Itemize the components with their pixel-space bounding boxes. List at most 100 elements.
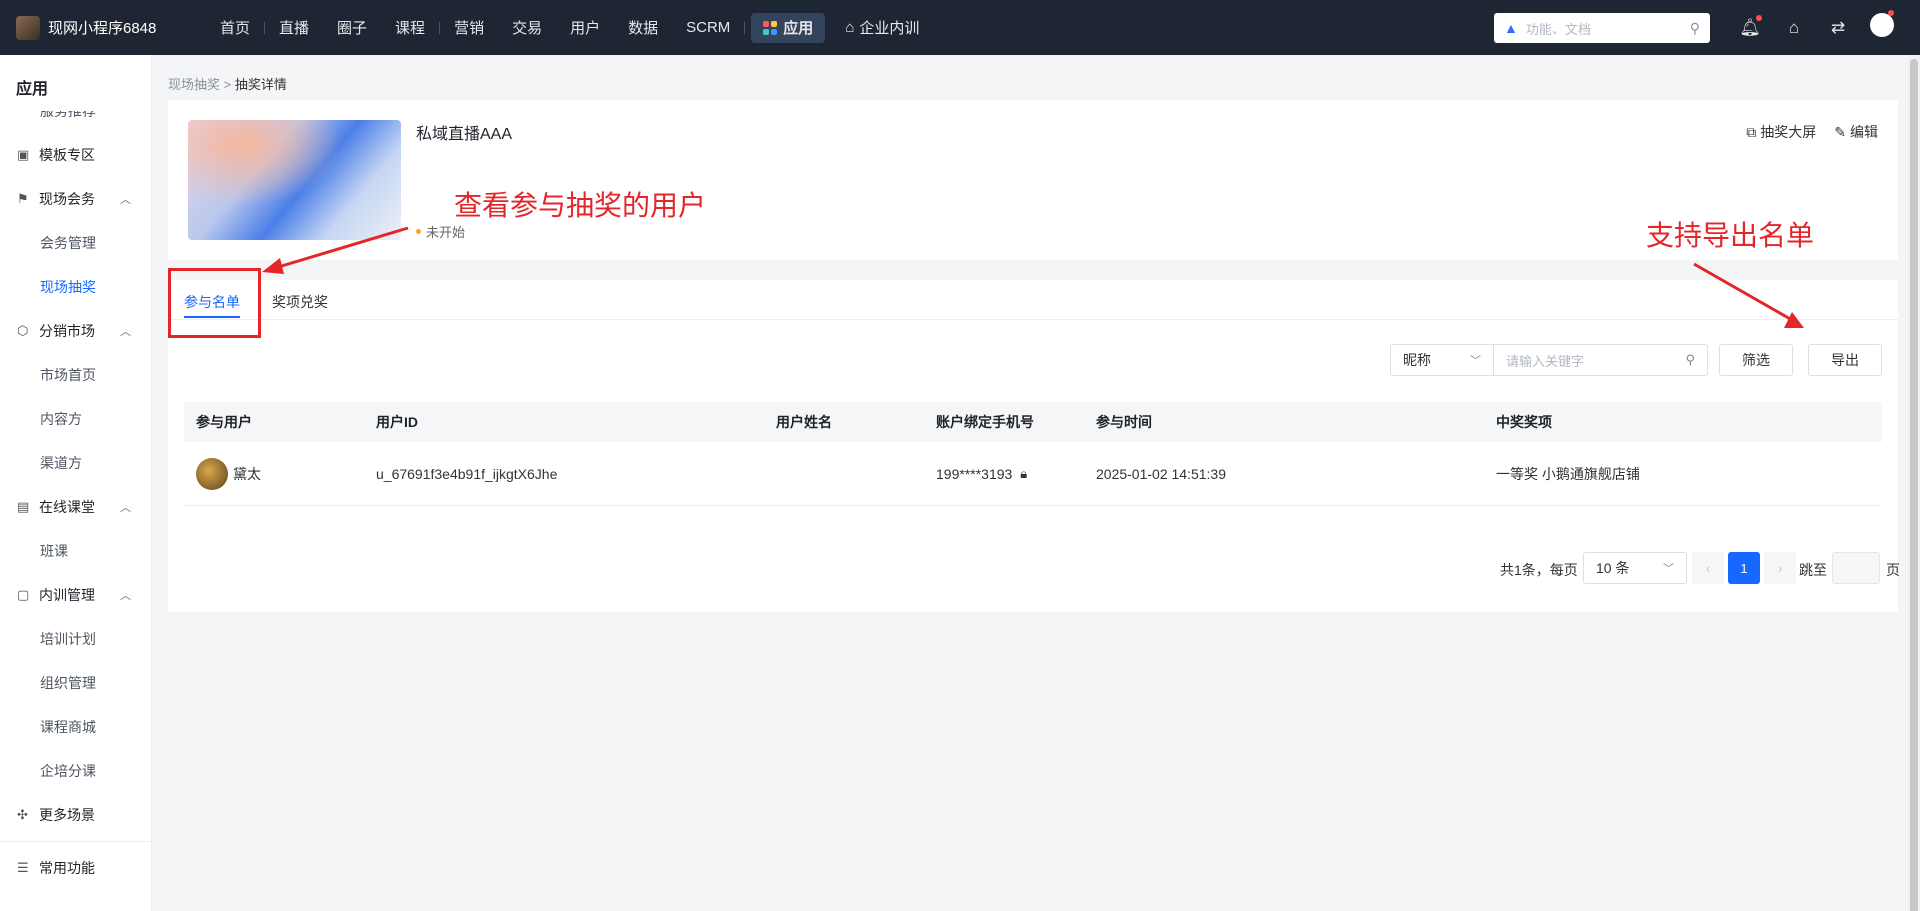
page-size-value: 10 条 [1596, 560, 1630, 576]
search-brand-icon: ▲ [1504, 20, 1518, 36]
cell-nickname: 黛太 [233, 465, 261, 482]
page-unit-label: 页 [1886, 562, 1900, 578]
lottery-screen-button[interactable]: ⧉ 抽奖大屏 [1746, 122, 1816, 142]
apps-icon [763, 20, 778, 35]
search-icon[interactable]: ⚲ [1690, 20, 1700, 37]
nav-data[interactable]: 数据 [614, 0, 672, 55]
sidebar-group-onsite[interactable]: ⚑ 现场会务 ︿ [0, 177, 151, 221]
nav-user[interactable]: 用户 [556, 0, 614, 55]
search-icon[interactable]: ⚲ [1685, 352, 1695, 368]
nav-trade[interactable]: 交易 [498, 0, 556, 55]
col-user-id: 用户ID [376, 414, 418, 430]
sidebar-group-label: 内训管理 [39, 587, 95, 603]
chevron-up-icon: ︿ [120, 590, 131, 602]
export-button[interactable]: 导出 [1808, 344, 1882, 376]
brand-name: 现网小程序6848 [48, 20, 157, 37]
col-time: 参与时间 [1096, 414, 1152, 430]
sidebar-item-common[interactable]: ☰ 常用功能 [0, 846, 151, 890]
nav-course[interactable]: 课程 [381, 0, 439, 55]
nav-scrm[interactable]: SCRM [672, 0, 744, 55]
chevron-up-icon: ︿ [120, 502, 131, 514]
search-input[interactable]: 功能、文档 [1526, 19, 1690, 38]
nav-apps[interactable]: 应用 [751, 12, 826, 43]
edit-button[interactable]: ✎ 编辑 [1834, 122, 1878, 142]
filter-field-select[interactable]: 昵称 ﹀ [1390, 344, 1494, 376]
nav-separator [744, 21, 746, 34]
shop-icon[interactable]: ⌂ [1772, 18, 1816, 38]
more-scenes-icon: ✣ [17, 807, 28, 822]
nav-home[interactable]: 首页 [206, 0, 264, 55]
participants-table: 参与用户 用户ID 用户姓名 账户绑定手机号 参与时间 中奖奖项 黛太 u_67… [184, 402, 1882, 506]
sidebar-group-label: 现场会务 [39, 191, 95, 207]
chevron-up-icon: ︿ [120, 326, 131, 338]
global-search[interactable]: ▲ 功能、文档 ⚲ [1494, 13, 1710, 43]
cell-phone: 199****3193 🔒︎ [924, 466, 1084, 482]
sidebar-item-course-mall[interactable]: 课程商城 [0, 705, 151, 749]
scroll-thumb[interactable] [1910, 59, 1918, 911]
sidebar-item-enterprise-course[interactable]: 企培分课 [0, 749, 151, 793]
col-user: 参与用户 [196, 414, 252, 430]
annotation-arrowhead [262, 258, 284, 274]
breadcrumb: 现场抽奖 > 抽奖详情 [168, 74, 287, 93]
sidebar-item-meeting[interactable]: 会务管理 [0, 221, 151, 265]
keyword-input[interactable]: 请输入关键字 ⚲ [1493, 344, 1708, 376]
next-page-button[interactable]: › [1764, 552, 1796, 584]
brand-logo [16, 15, 40, 40]
training-icon: ⌂ [845, 19, 855, 36]
sidebar-group-label: 在线课堂 [39, 499, 95, 515]
sidebar-item-lottery[interactable]: 现场抽奖 [0, 265, 151, 309]
sidebar: 应用 服务推荐 ▣ 模板专区 ⚑ 现场会务 ︿ 会务管理 现场抽奖 ⬡ 分销市场… [0, 55, 152, 911]
prev-page-button[interactable]: ‹ [1692, 552, 1724, 584]
sidebar-group-distribution[interactable]: ⬡ 分销市场 ︿ [0, 309, 151, 353]
table-row[interactable]: 黛太 u_67691f3e4b91f_ijkgtX6Jhe 199****319… [184, 442, 1882, 506]
flag-icon: ⚑ [17, 191, 29, 206]
cell-user: 黛太 [184, 457, 364, 490]
sidebar-item-channel[interactable]: 渠道方 [0, 441, 151, 485]
col-user-name: 用户姓名 [776, 414, 832, 430]
sidebar-item-org[interactable]: 组织管理 [0, 661, 151, 705]
user-avatar-icon[interactable] [1860, 10, 1904, 42]
brand[interactable]: 现网小程序6848 [0, 15, 206, 40]
avatar-dot [1888, 10, 1894, 16]
switch-icon[interactable]: ⇄ [1816, 18, 1860, 38]
sidebar-item-more[interactable]: ✣ 更多场景 [0, 793, 151, 837]
annotation-highlight-box [168, 268, 261, 338]
nav-marketing[interactable]: 营销 [440, 0, 498, 55]
bell-icon[interactable]: 🔔︎ [1728, 14, 1772, 38]
edit-icon: ✎ [1834, 124, 1846, 140]
jump-page-input[interactable] [1832, 552, 1880, 584]
sidebar-item-service[interactable]: 服务推荐 [0, 111, 151, 133]
sidebar-item-label: 模板专区 [39, 147, 95, 163]
sidebar-group-online-class[interactable]: ▤ 在线课堂 ︿ [0, 485, 151, 529]
sidebar-item-class[interactable]: 班课 [0, 529, 151, 573]
nav-circle[interactable]: 圈子 [323, 0, 381, 55]
sidebar-item-training-plan[interactable]: 培训计划 [0, 617, 151, 661]
breadcrumb-separator: > [223, 77, 235, 92]
page-1-button[interactable]: 1 [1728, 552, 1760, 584]
tab-redeem[interactable]: 奖项兑奖 [272, 292, 328, 312]
lock-icon[interactable]: 🔒︎ [1020, 466, 1027, 482]
pagination-total: 共1条，每页 [1500, 562, 1578, 578]
breadcrumb-parent[interactable]: 现场抽奖 [168, 77, 220, 92]
cell-phone-value: 199****3193 [936, 465, 1013, 482]
col-prize: 中奖奖项 [1496, 414, 1552, 430]
sidebar-item-content[interactable]: 内容方 [0, 397, 151, 441]
sidebar-group-training[interactable]: ▢ 内训管理 ︿ [0, 573, 151, 617]
event-title: 私域直播AAA [416, 126, 513, 143]
sidebar-item-template[interactable]: ▣ 模板专区 [0, 133, 151, 177]
filter-button[interactable]: 筛选 [1719, 344, 1793, 376]
nav-live[interactable]: 直播 [265, 0, 323, 55]
annotation-view-users: 查看参与抽奖的用户 [454, 189, 707, 222]
main-nav: 首页 直播 圈子 课程 营销 交易 用户 数据 SCRM 应用 ⌂ 企业内训 [206, 0, 933, 55]
table-header: 参与用户 用户ID 用户姓名 账户绑定手机号 参与时间 中奖奖项 [184, 402, 1882, 442]
screen-icon: ⧉ [1746, 124, 1757, 140]
page-size-select[interactable]: 10 条 ﹀ [1583, 552, 1687, 584]
sidebar-item-market-home[interactable]: 市场首页 [0, 353, 151, 397]
cube-icon: ⬡ [17, 323, 29, 338]
sidebar-group-label: 分销市场 [39, 323, 95, 339]
col-phone: 账户绑定手机号 [936, 414, 1034, 430]
scrollbar[interactable] [1908, 55, 1920, 911]
nav-enterprise-training[interactable]: ⌂ 企业内训 [831, 0, 933, 55]
pagination: 共1条，每页 10 条 ﹀ ‹ 1 › 跳至 页 [168, 552, 1900, 584]
event-cover-image [188, 120, 401, 240]
